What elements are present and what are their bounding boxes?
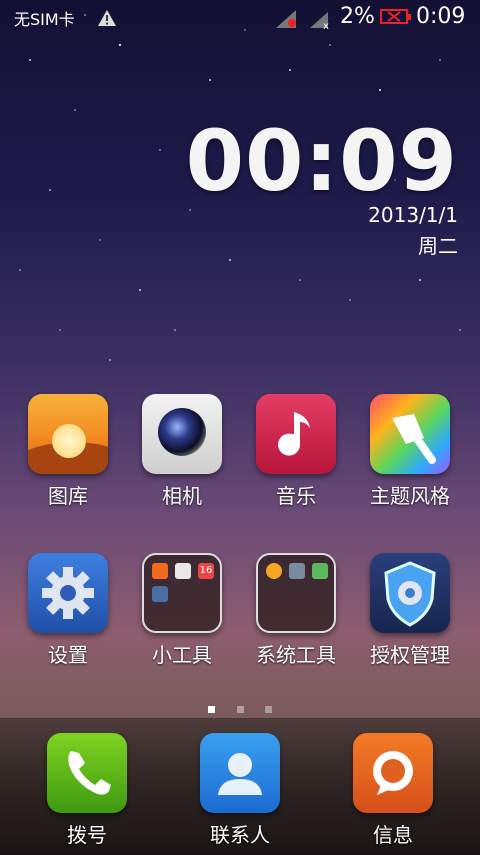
calendar-mini-icon: 16	[198, 563, 214, 579]
app-theme[interactable]: 主题风格	[355, 394, 465, 509]
messages-icon	[353, 733, 433, 813]
clock-weekday: 周二	[418, 234, 458, 258]
app-label: 图库	[48, 484, 88, 508]
svg-text:x: x	[323, 21, 329, 30]
status-time: 0:09	[416, 4, 466, 29]
page-dot-active[interactable]	[208, 706, 216, 713]
battery-low-icon	[380, 9, 411, 24]
mobile-signal-icon	[276, 10, 296, 28]
clock-date: 2013/1/1	[368, 203, 458, 227]
dock-label: 信息	[373, 823, 413, 847]
app-gallery[interactable]: 图库	[13, 394, 123, 509]
page-dot[interactable]	[264, 706, 272, 713]
app-label: 授权管理	[370, 643, 450, 667]
app-label: 设置	[48, 643, 88, 667]
app-dialer[interactable]: 拨号	[32, 733, 142, 848]
app-label: 音乐	[276, 484, 316, 508]
status-bar[interactable]: 无SIM卡 x 2% 0:09	[0, 0, 480, 38]
download-mini-icon	[312, 563, 328, 579]
battery-percent: 2%	[340, 4, 375, 29]
folder-widgets[interactable]: 16 小工具	[127, 553, 237, 668]
app-label: 相机	[162, 484, 202, 508]
app-messages[interactable]: 信息	[338, 733, 448, 848]
folder-system-tools[interactable]: 系统工具	[241, 553, 351, 668]
sim-status-text: 无SIM卡	[14, 10, 75, 29]
page-indicator[interactable]	[0, 698, 480, 717]
home-mini-icon	[289, 563, 305, 579]
theme-icon	[370, 394, 450, 474]
app-label: 系统工具	[256, 643, 336, 667]
widgets-folder-icon: 16	[142, 553, 222, 633]
app-contacts[interactable]: 联系人	[185, 733, 295, 848]
phone-icon	[47, 733, 127, 813]
app-label: 主题风格	[370, 484, 450, 508]
page-dot[interactable]	[236, 706, 244, 713]
app-label: 小工具	[152, 643, 212, 667]
settings-icon	[28, 553, 108, 633]
permission-manager-icon	[370, 553, 450, 633]
app-permission-manager[interactable]: 授权管理	[355, 553, 465, 668]
app-settings[interactable]: 设置	[13, 553, 123, 668]
warning-icon	[98, 10, 116, 26]
camera-icon	[142, 394, 222, 474]
system-tools-folder-icon	[256, 553, 336, 633]
dock-label: 拨号	[67, 823, 107, 847]
music-icon	[256, 394, 336, 474]
notes-mini-icon	[152, 563, 168, 579]
dock-label: 联系人	[210, 823, 270, 847]
gallery-icon	[28, 394, 108, 474]
clock-mini-icon	[175, 563, 191, 579]
app-music[interactable]: 音乐	[241, 394, 351, 509]
compass-mini-icon	[266, 563, 282, 579]
monitor-mini-icon	[152, 586, 168, 602]
signal-no-service-icon: x	[310, 12, 329, 30]
app-camera[interactable]: 相机	[127, 394, 237, 509]
contacts-icon	[200, 733, 280, 813]
clock-time: 00:09	[185, 112, 458, 210]
